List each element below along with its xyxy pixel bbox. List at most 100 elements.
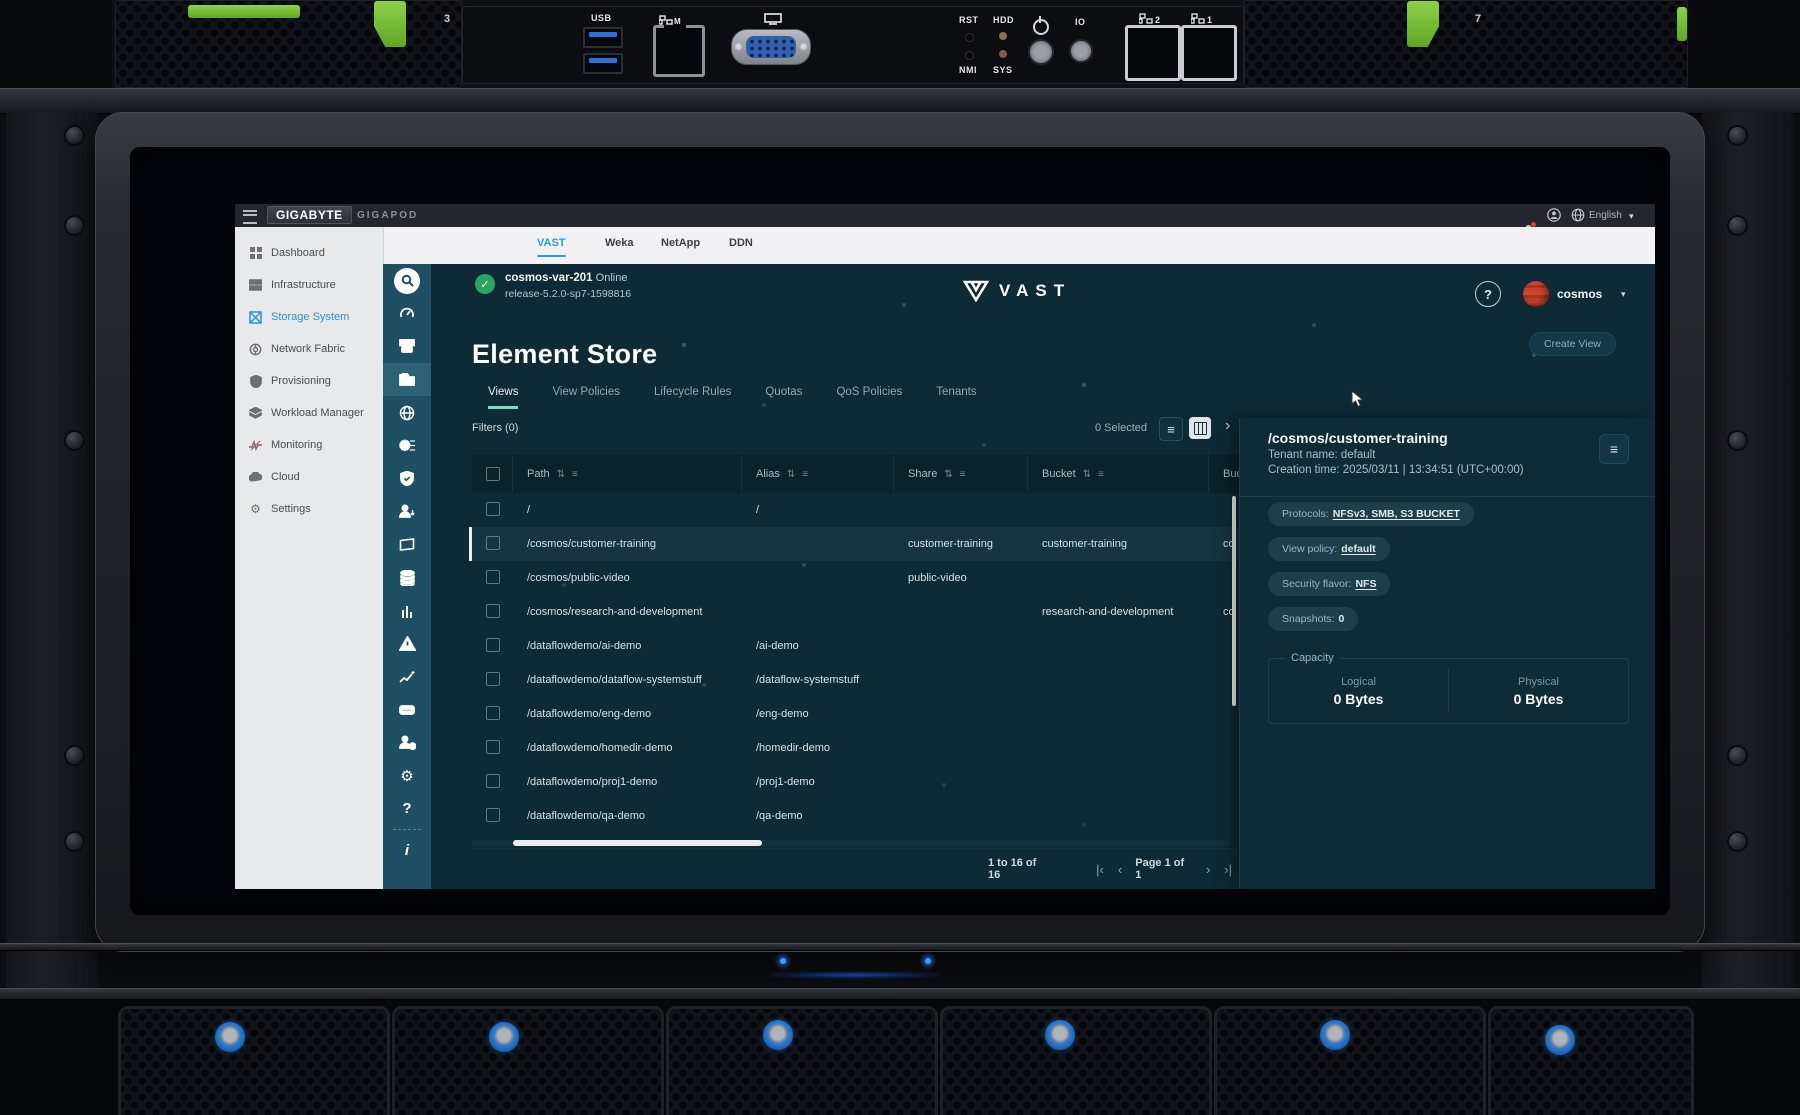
horizontal-scrollbar-thumb[interactable] bbox=[513, 840, 762, 846]
row-checkbox[interactable] bbox=[486, 536, 500, 550]
trends-icon[interactable] bbox=[383, 660, 431, 693]
row-checkbox[interactable] bbox=[486, 604, 500, 618]
column-header-alias[interactable]: Alias⇅≡ bbox=[742, 455, 894, 493]
tab-quotas[interactable]: Quotas bbox=[765, 386, 802, 409]
security-shield-icon[interactable] bbox=[383, 462, 431, 495]
table-row[interactable]: /cosmos/public-videopublic-video bbox=[472, 561, 1239, 595]
sidebar-item-provisioning[interactable]: Provisioning bbox=[235, 365, 383, 397]
filter-icon[interactable]: ≡ bbox=[1098, 469, 1104, 480]
filters-label[interactable]: Filters (0) bbox=[472, 422, 518, 434]
sort-icon[interactable]: ⇅ bbox=[1083, 469, 1091, 480]
hardware-racks-icon[interactable] bbox=[383, 330, 431, 363]
column-header-share[interactable]: Share⇅≡ bbox=[894, 455, 1028, 493]
vast-help-button[interactable]: ? bbox=[1475, 281, 1501, 307]
protocols-pill[interactable]: Protocols:NFSv3, SMB, S3 BUCKET bbox=[1268, 502, 1474, 526]
table-row[interactable]: /dataflowdemo/eng-demo/eng-demo bbox=[472, 697, 1239, 731]
info-icon[interactable]: i bbox=[383, 834, 431, 867]
column-header-bucket-owner[interactable]: Buc bbox=[1209, 455, 1239, 493]
table-row[interactable]: /dataflowdemo/dataflow-systemstuff/dataf… bbox=[472, 663, 1239, 697]
row-checkbox[interactable] bbox=[486, 740, 500, 754]
next-page-button[interactable]: › bbox=[1199, 862, 1217, 877]
sidebar-item-settings[interactable]: ⚙ Settings bbox=[235, 493, 383, 525]
settings-gear-icon[interactable]: ⚙ bbox=[383, 759, 431, 792]
green-sliver-right bbox=[1677, 7, 1687, 41]
language-label[interactable]: English bbox=[1589, 210, 1622, 221]
services-gear-icon[interactable]: ⚙ bbox=[383, 429, 431, 462]
element-store-folder-icon[interactable] bbox=[383, 363, 431, 396]
alarms-warning-icon[interactable] bbox=[383, 627, 431, 660]
sort-icon[interactable]: ⇅ bbox=[944, 469, 952, 480]
search-icon[interactable] bbox=[383, 264, 431, 297]
view-policy-pill[interactable]: View policy:default bbox=[1268, 537, 1390, 561]
user-name[interactable]: cosmos bbox=[1557, 287, 1602, 301]
sidebar-item-storage-system[interactable]: Storage System bbox=[235, 301, 383, 333]
tab-qos-policies[interactable]: QoS Policies bbox=[836, 386, 902, 409]
database-icon[interactable] bbox=[383, 561, 431, 594]
row-checkbox[interactable] bbox=[486, 808, 500, 822]
user-replication-icon[interactable] bbox=[383, 495, 431, 528]
horizontal-scrollbar[interactable] bbox=[472, 840, 1231, 846]
sort-icon[interactable]: ⇅ bbox=[557, 469, 565, 480]
prev-page-button[interactable]: ‹ bbox=[1111, 862, 1129, 877]
vertical-scrollbar-thumb[interactable] bbox=[1232, 496, 1236, 706]
tab-weka[interactable]: Weka bbox=[599, 227, 640, 264]
row-checkbox[interactable] bbox=[486, 774, 500, 788]
tab-vast[interactable]: VAST bbox=[531, 227, 572, 264]
select-all-checkbox[interactable] bbox=[486, 467, 500, 481]
row-checkbox[interactable] bbox=[486, 570, 500, 584]
language-caret-icon[interactable]: ▾ bbox=[1629, 211, 1634, 222]
row-checkbox[interactable] bbox=[486, 502, 500, 516]
security-flavor-pill[interactable]: Security flavor:NFS bbox=[1268, 572, 1390, 596]
user-avatar[interactable] bbox=[1523, 281, 1549, 307]
table-row[interactable]: /dataflowdemo/ai-demo/ai-demo bbox=[472, 629, 1239, 663]
table-row[interactable]: /dataflowdemo/homedir-demo/homedir-demo bbox=[472, 731, 1239, 765]
analytics-bars-icon[interactable] bbox=[383, 594, 431, 627]
details-menu-button[interactable]: ≡ bbox=[1599, 434, 1629, 464]
dashboard-gauge-icon[interactable] bbox=[383, 297, 431, 330]
sidebar-item-infrastructure[interactable]: Infrastructure bbox=[235, 269, 383, 301]
filter-icon[interactable]: ≡ bbox=[802, 469, 808, 480]
tab-netapp[interactable]: NetApp bbox=[655, 227, 706, 264]
row-checkbox[interactable] bbox=[486, 638, 500, 652]
server-drive-icon[interactable] bbox=[383, 693, 431, 726]
row-checkbox[interactable] bbox=[486, 706, 500, 720]
sidebar-item-cloud[interactable]: Cloud bbox=[235, 461, 383, 493]
table-row[interactable]: /cosmos/research-and-developmentresearch… bbox=[472, 595, 1239, 629]
filter-icon[interactable]: ≡ bbox=[572, 469, 578, 480]
table-row[interactable]: /dataflowdemo/proj1-demo/proj1-demo bbox=[472, 765, 1239, 799]
table-row[interactable]: /cosmos/customer-trainingcustomer-traini… bbox=[472, 527, 1239, 561]
sidebar-item-monitoring[interactable]: Monitoring bbox=[235, 429, 383, 461]
filter-icon[interactable]: ≡ bbox=[960, 469, 966, 480]
create-view-button[interactable]: Create View bbox=[1529, 332, 1616, 356]
snapshots-pill[interactable]: Snapshots:0 bbox=[1268, 607, 1358, 631]
globe-icon[interactable] bbox=[383, 396, 431, 429]
column-header-bucket[interactable]: Bucket⇅≡ bbox=[1028, 455, 1209, 493]
user-admin-icon[interactable]: ⚙ bbox=[383, 726, 431, 759]
first-page-button[interactable]: |‹ bbox=[1089, 862, 1111, 877]
tab-views[interactable]: Views bbox=[488, 386, 518, 409]
language-globe-icon[interactable] bbox=[1571, 208, 1585, 225]
cell-alias: /proj1-demo bbox=[742, 776, 894, 788]
collapse-panel-chevron[interactable]: › bbox=[1225, 417, 1230, 435]
tab-view-policies[interactable]: View Policies bbox=[552, 386, 620, 409]
column-header-path[interactable]: Path⇅≡ bbox=[513, 455, 742, 493]
row-checkbox[interactable] bbox=[486, 672, 500, 686]
sidebar-item-dashboard[interactable]: Dashboard bbox=[235, 237, 383, 269]
menu-icon[interactable] bbox=[243, 210, 257, 224]
display-frame-icon[interactable] bbox=[383, 528, 431, 561]
tab-ddn[interactable]: DDN bbox=[723, 227, 759, 264]
list-view-button[interactable]: ≡ bbox=[1159, 417, 1183, 441]
account-icon[interactable] bbox=[1547, 208, 1561, 225]
last-page-button[interactable]: ›| bbox=[1217, 862, 1239, 877]
user-caret-icon[interactable]: ▾ bbox=[1621, 289, 1626, 300]
help-icon[interactable]: ? bbox=[383, 792, 431, 825]
tab-lifecycle-rules[interactable]: Lifecycle Rules bbox=[654, 386, 731, 409]
column-settings-button[interactable] bbox=[1189, 417, 1211, 439]
sidebar-item-workload-manager[interactable]: Workload Manager bbox=[235, 397, 383, 429]
table-row[interactable]: /dataflowdemo/qa-demo/qa-demo bbox=[472, 799, 1239, 833]
tab-tenants[interactable]: Tenants bbox=[936, 386, 976, 409]
sort-icon[interactable]: ⇅ bbox=[787, 469, 795, 480]
table-row[interactable]: // bbox=[472, 493, 1239, 527]
selected-count: 0 Selected bbox=[1095, 422, 1147, 434]
sidebar-item-network-fabric[interactable]: Network Fabric bbox=[235, 333, 383, 365]
